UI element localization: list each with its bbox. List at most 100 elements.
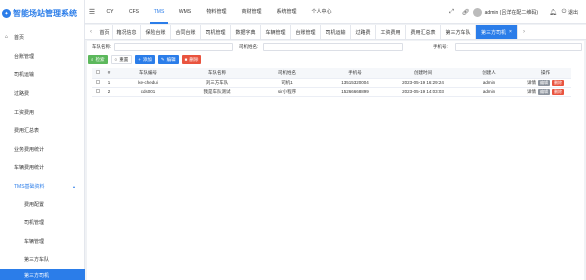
tab-box-info[interactable]: 箱况信息 xyxy=(113,25,141,39)
tab-vehicle-mgmt[interactable]: 车辆管理 xyxy=(261,25,291,39)
menu-toggle-icon[interactable]: ☰ xyxy=(85,8,99,16)
reset-button-label: 重置 xyxy=(119,56,129,62)
tab-insurance[interactable]: 保险台账 xyxy=(141,25,171,39)
checkbox[interactable] xyxy=(96,70,100,75)
topnav-materials[interactable]: 物料管理 xyxy=(199,0,234,24)
tab-third-party-fleet[interactable]: 第三方车队 xyxy=(441,25,476,39)
logout-button[interactable]: 退出 xyxy=(568,9,578,16)
sidebar-item-toll[interactable]: 过路费 xyxy=(0,87,85,99)
sidebar-item-ledger[interactable]: 台账管理 xyxy=(0,50,85,62)
avatar[interactable] xyxy=(472,7,482,17)
tab-wages[interactable]: 工资费用 xyxy=(376,25,406,39)
row-actions: 详情 编辑 删除 xyxy=(520,78,571,88)
row-index: 1 xyxy=(104,78,114,88)
home-icon: ⌂ xyxy=(5,34,9,40)
sidebar-item-label: 司机管理 xyxy=(24,219,45,226)
topnav-cy[interactable]: CY xyxy=(99,0,121,24)
row-select-cell[interactable] xyxy=(92,78,104,88)
sidebar-item-vehicle-fee[interactable]: 车辆费用统计 xyxy=(0,161,85,173)
sidebar-item-driver-mgmt[interactable]: 司机管理 xyxy=(0,216,85,228)
bell-icon[interactable]: 🔔︎ xyxy=(546,9,560,16)
sidebar-item-tms-basic[interactable]: TMS基础资料 ▴ xyxy=(0,180,85,192)
tab-toll[interactable]: 过路费 xyxy=(351,25,376,39)
table-header-row: # 车队编号 车队名称 司机姓名 手机号 创建时间 创建人 操作 xyxy=(92,68,571,79)
sidebar-item-fee-summary[interactable]: 费用汇总表 xyxy=(0,124,85,136)
column-header: 司机姓名 xyxy=(252,68,322,79)
search-icon: ⌕ xyxy=(91,57,94,62)
tab-contract[interactable]: 合同台账 xyxy=(171,25,201,39)
link-icon[interactable]: 🔗︎ xyxy=(459,9,473,16)
topnav-system[interactable]: 系统管理 xyxy=(269,0,304,24)
topnav-personal[interactable]: 个人中心 xyxy=(304,0,339,24)
sidebar-item-label: 司机运输 xyxy=(14,71,35,78)
tab-driver-mgmt[interactable]: 司机管理 xyxy=(201,25,231,39)
row-delete-button[interactable]: 删除 xyxy=(552,79,564,86)
checkbox[interactable] xyxy=(96,80,100,84)
close-icon[interactable]: × xyxy=(509,29,512,35)
table-row[interactable]: 1 ke-chedui 刘三方车队 司机1 13515320004 2023-0… xyxy=(92,78,571,88)
topnav-tms[interactable]: TMS xyxy=(147,0,171,24)
creator: admin xyxy=(458,78,520,88)
sidebar-item-home[interactable]: ⌂ 首页 xyxy=(0,31,85,43)
sidebar-item-label: 工资费用 xyxy=(14,109,35,116)
row-delete-button[interactable]: 删除 xyxy=(552,88,564,95)
sidebar-item-label: 车辆管理 xyxy=(24,238,45,245)
sidebar-item-third-party-driver[interactable]: 第三方司机 xyxy=(0,269,85,280)
fleet-name-label: 车队名称: xyxy=(92,44,112,49)
refresh-icon: ○ xyxy=(114,57,118,62)
topnav-wms[interactable]: WMS xyxy=(171,0,199,24)
sidebar-item-label: 费用汇总表 xyxy=(14,127,40,134)
add-button-label: 添加 xyxy=(142,56,152,62)
tabs-scroll-right-icon[interactable]: › xyxy=(518,25,530,39)
fleet-name: 刘三方车队 xyxy=(182,78,252,88)
tabs-scroll-left-icon[interactable]: ‹ xyxy=(85,25,97,39)
fleet-code: ke-chedui xyxy=(114,78,182,88)
driver-name-input[interactable] xyxy=(263,43,403,51)
add-button[interactable]: + 添加 xyxy=(135,55,155,64)
created-time: 2023-05-19 14:03:03 xyxy=(388,87,458,97)
sidebar-item-third-party-fleet[interactable]: 第三方车队 xyxy=(0,253,85,265)
top-right-tools: ⤢ 🔗︎ admin (吕洋在配二维码) 🔔︎ ⏻ 退出 xyxy=(445,0,586,24)
search-button[interactable]: ⌕ 检索 xyxy=(88,55,108,64)
edit-button[interactable]: ✎ 编辑 xyxy=(157,55,179,64)
reset-button[interactable]: ○ 重置 xyxy=(110,55,133,64)
column-header: 手机号 xyxy=(322,68,388,79)
user-name[interactable]: admin (吕洋在配二维码) xyxy=(485,9,538,16)
sidebar-item-wages[interactable]: 工资费用 xyxy=(0,106,85,118)
main-content: 车队名称: 司机姓名: 手机号: ⌕ 检索 ○ 重置 + 添加 ✎ 编辑 ■ 删… xyxy=(87,41,584,280)
detail-button[interactable]: 详情 xyxy=(527,80,536,86)
row-select-cell[interactable] xyxy=(92,87,104,97)
sidebar-item-driver-transport[interactable]: 司机运输 xyxy=(0,68,85,80)
tab-third-party-driver[interactable]: 第三方司机 × xyxy=(476,25,518,39)
tab-home[interactable]: 首页 xyxy=(97,25,113,39)
app-title: 智能场站管理系统 xyxy=(13,9,77,18)
tab-dictionary[interactable]: 数据字典 xyxy=(231,25,261,39)
topnav-finance[interactable]: 商财管理 xyxy=(234,0,269,24)
delete-button[interactable]: ■ 删除 xyxy=(181,55,202,64)
fullscreen-icon[interactable]: ⤢ xyxy=(445,9,459,16)
edit-icon: ✎ xyxy=(160,56,165,62)
detail-button[interactable]: 详情 xyxy=(527,89,536,95)
sidebar-item-label: 过路费 xyxy=(14,90,30,97)
row-actions: 详情 编辑 删除 xyxy=(520,87,571,97)
checkbox[interactable] xyxy=(96,89,100,93)
tab-fee-summary[interactable]: 费用汇总表 xyxy=(406,25,441,39)
trash-icon: ■ xyxy=(184,57,188,62)
sidebar-item-fee-config[interactable]: 费用配置 xyxy=(0,198,85,210)
phone-input[interactable] xyxy=(455,43,582,51)
column-header: 创建时间 xyxy=(388,68,458,79)
table-row[interactable]: 2 cds001 我是车队测试 sir小程序 15266668899 2023-… xyxy=(92,87,571,97)
select-all-cell[interactable] xyxy=(92,68,104,79)
sidebar-item-vehicle-mgmt[interactable]: 车辆管理 xyxy=(0,235,85,247)
sidebar-item-business-fee[interactable]: 业务费用统计 xyxy=(0,143,85,155)
fleet-name-input[interactable] xyxy=(114,43,233,51)
sidebar-item-label: 费用配置 xyxy=(24,201,45,208)
phone-label: 手机号: xyxy=(433,44,448,49)
tab-ledger[interactable]: 台账管理 xyxy=(291,25,321,39)
row-edit-button[interactable]: 编辑 xyxy=(538,79,550,86)
topnav-cfs[interactable]: CFS xyxy=(121,0,147,24)
tab-driver-transport[interactable]: 司机运输 xyxy=(321,25,351,39)
row-edit-button[interactable]: 编辑 xyxy=(538,88,550,95)
logout-icon[interactable]: ⏻ xyxy=(560,9,568,16)
row-actions-group: 详情 编辑 删除 xyxy=(520,88,571,95)
